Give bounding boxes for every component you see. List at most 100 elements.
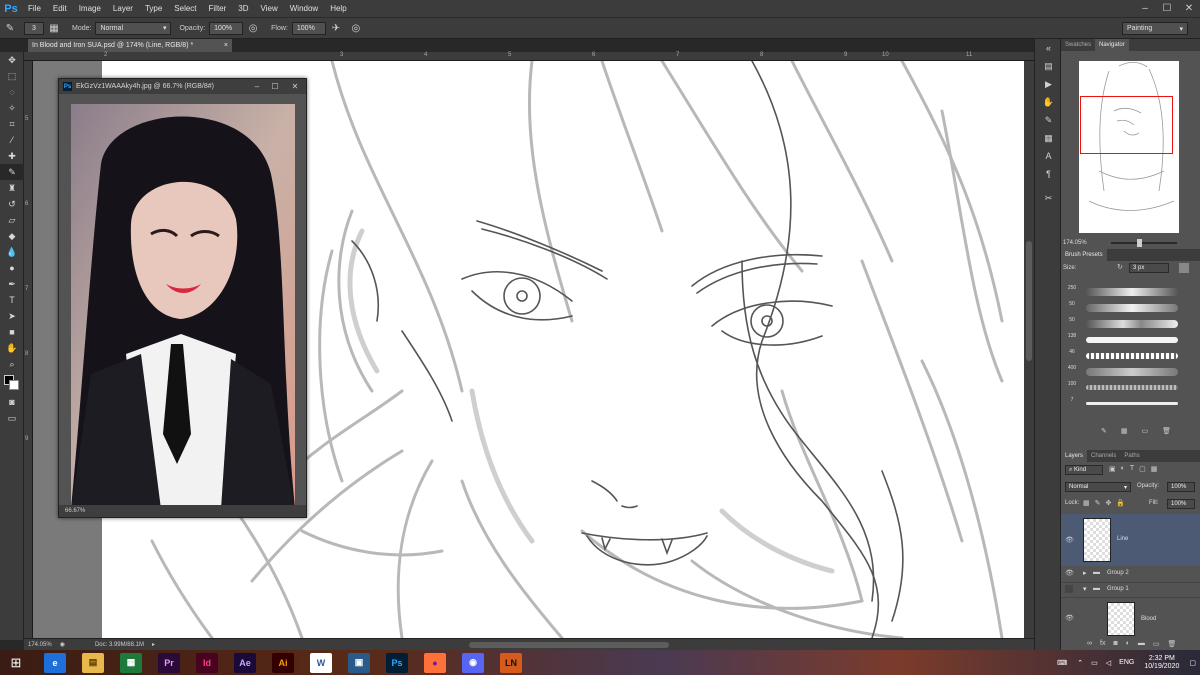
slider-handle[interactable]	[1137, 239, 1142, 247]
minimize-button[interactable]: –	[1134, 0, 1156, 17]
menu-edit[interactable]: Edit	[47, 4, 73, 13]
eye-icon[interactable]: 👁	[1065, 569, 1074, 577]
clock[interactable]: 2:32 PM 10/19/2020	[1144, 655, 1179, 671]
screen-mode-icon[interactable]: ▭	[0, 410, 24, 426]
eyedropper-tool-icon[interactable]: ⁄	[0, 132, 24, 148]
move-tool-icon[interactable]: ✥	[0, 52, 24, 68]
zoom-level[interactable]: 174.05%	[28, 642, 52, 648]
brush-preset-item[interactable]: 7	[1061, 397, 1200, 413]
taskbar-app-icon[interactable]: LN	[500, 652, 522, 673]
flow-input[interactable]: 100%	[291, 21, 326, 35]
tab-close-icon[interactable]: ×	[224, 42, 228, 49]
new-group-icon[interactable]: ▬	[1138, 640, 1145, 648]
taskbar-app-icon[interactable]: e	[44, 652, 66, 673]
tab-layers[interactable]: Layers	[1061, 450, 1088, 462]
link-layers-icon[interactable]: ∞	[1087, 640, 1092, 648]
reset-size-icon[interactable]: ↻	[1117, 263, 1123, 271]
workspace-select[interactable]: Painting ▾	[1122, 22, 1188, 35]
network-icon[interactable]: ▭	[1091, 659, 1098, 667]
brush-preset-item[interactable]: 138	[1061, 333, 1200, 349]
fx-icon[interactable]: fx	[1100, 640, 1105, 648]
brush-size-input[interactable]: 3 px	[1129, 263, 1169, 273]
color-swatches[interactable]	[0, 372, 24, 394]
menu-3d[interactable]: 3D	[232, 4, 254, 13]
dodge-tool-icon[interactable]: ●	[0, 260, 24, 276]
shape-filter-icon[interactable]: ▢	[1139, 465, 1146, 473]
brush-size-picker[interactable]: 3	[24, 21, 44, 35]
reference-minimize-button[interactable]: –	[248, 79, 266, 94]
brush-preset-item[interactable]: 46	[1061, 349, 1200, 365]
reference-close-button[interactable]: ✕	[286, 79, 304, 94]
mode-select[interactable]: Normal ▾	[95, 21, 172, 35]
blur-tool-icon[interactable]: 💧	[0, 244, 24, 260]
document-tab[interactable]: In Blood and Iron SUA.psd @ 174% (Line, …	[28, 39, 232, 52]
smart-object-filter-icon[interactable]: ▦	[1151, 465, 1158, 473]
chevron-right-icon[interactable]: ▸	[1083, 569, 1087, 577]
layer-row-blood[interactable]: 👁 Blood	[1061, 597, 1200, 637]
hand-tool-icon[interactable]: ✋	[0, 340, 24, 356]
layer-mask-icon[interactable]: ◙	[1113, 640, 1117, 648]
chevron-down-icon[interactable]: ▾	[1083, 585, 1087, 593]
language-indicator[interactable]: ENG	[1119, 659, 1134, 666]
reference-zoom[interactable]: 66.67%	[65, 508, 85, 514]
taskbar-app-icon[interactable]: ▤	[82, 652, 104, 673]
lock-transparent-icon[interactable]: ▦	[1083, 499, 1090, 507]
taskbar-app-icon[interactable]: ●	[424, 652, 446, 673]
taskbar-app-icon[interactable]: ▣	[348, 652, 370, 673]
pressure-opacity-icon[interactable]: ◎	[246, 21, 260, 35]
character-panel-icon[interactable]: A	[1035, 147, 1062, 165]
taskbar-app-icon[interactable]: W	[310, 652, 332, 673]
menu-type[interactable]: Type	[139, 4, 168, 13]
menu-filter[interactable]: Filter	[203, 4, 233, 13]
tab-channels[interactable]: Channels	[1087, 450, 1120, 462]
close-button[interactable]: ✕	[1178, 0, 1200, 17]
taskbar-app-icon[interactable]: ◉	[462, 652, 484, 673]
background-color-swatch[interactable]	[9, 380, 19, 390]
opacity-input[interactable]: 100%	[209, 21, 244, 35]
taskbar-app-icon[interactable]: Pr	[158, 652, 180, 673]
lock-image-icon[interactable]: ✎	[1095, 499, 1101, 507]
brush-panel-toggle-icon[interactable]: ▦	[47, 21, 61, 35]
marquee-tool-icon[interactable]: ⬚	[0, 68, 24, 84]
eye-icon[interactable]: 👁	[1065, 614, 1074, 622]
pixel-filter-icon[interactable]: ▣	[1109, 465, 1116, 473]
taskbar-app-icon[interactable]: Ae	[234, 652, 256, 673]
type-filter-icon[interactable]: T	[1130, 465, 1134, 473]
eye-icon[interactable]: 👁	[1065, 536, 1074, 544]
history-brush-tool-icon[interactable]: ↺	[0, 196, 24, 212]
actions-panel-icon[interactable]: ▶	[1035, 75, 1062, 93]
brush-tool-icon[interactable]: ✎	[3, 21, 17, 35]
pressure-size-icon[interactable]: ◎	[349, 21, 363, 35]
type-tool-icon[interactable]: T	[0, 292, 24, 308]
delete-layer-icon[interactable]: 🗑	[1168, 640, 1177, 648]
taskbar-app-icon[interactable]: Ai	[272, 652, 294, 673]
eraser-tool-icon[interactable]: ▱	[0, 212, 24, 228]
layer-row-group-2[interactable]: 👁 ▸ ▬ Group 2	[1061, 567, 1200, 581]
clone-source-icon[interactable]: ▦	[1035, 129, 1062, 147]
clone-stamp-tool-icon[interactable]: ♜	[0, 180, 24, 196]
quick-select-tool-icon[interactable]: ✧	[0, 100, 24, 116]
new-brush-icon[interactable]: ▭	[1142, 427, 1149, 435]
taskbar-app-icon[interactable]: Ps	[386, 652, 408, 673]
pen-tool-icon[interactable]: ✒	[0, 276, 24, 292]
brush-preset-item[interactable]: 50	[1061, 301, 1200, 317]
adjustment-layer-icon[interactable]: ◐	[1126, 640, 1130, 648]
healing-brush-tool-icon[interactable]: ✚	[0, 148, 24, 164]
menu-layer[interactable]: Layer	[107, 4, 139, 13]
status-menu-icon[interactable]: ◉	[60, 641, 65, 648]
menu-file[interactable]: File	[22, 4, 47, 13]
menu-help[interactable]: Help	[324, 4, 352, 13]
paint-bucket-tool-icon[interactable]: ◆	[0, 228, 24, 244]
keyboard-icon[interactable]: ⌨	[1057, 659, 1067, 667]
adjustment-filter-icon[interactable]: ◐	[1121, 465, 1125, 473]
scroll-thumb[interactable]	[1026, 241, 1032, 361]
brush-panel-icon[interactable]: ✎	[1035, 111, 1062, 129]
airbrush-icon[interactable]: ✈	[329, 21, 343, 35]
rectangle-tool-icon[interactable]: ■	[0, 324, 24, 340]
tab-brush-presets[interactable]: Brush Presets	[1061, 249, 1107, 261]
quick-mask-icon[interactable]: ◙	[0, 394, 24, 410]
grid-view-icon[interactable]: ▦	[1121, 427, 1128, 435]
reference-maximize-button[interactable]: ☐	[266, 79, 284, 94]
crop-tool-icon[interactable]: ⌗	[0, 116, 24, 132]
adjustments-panel-icon[interactable]: ✋	[1035, 93, 1062, 111]
